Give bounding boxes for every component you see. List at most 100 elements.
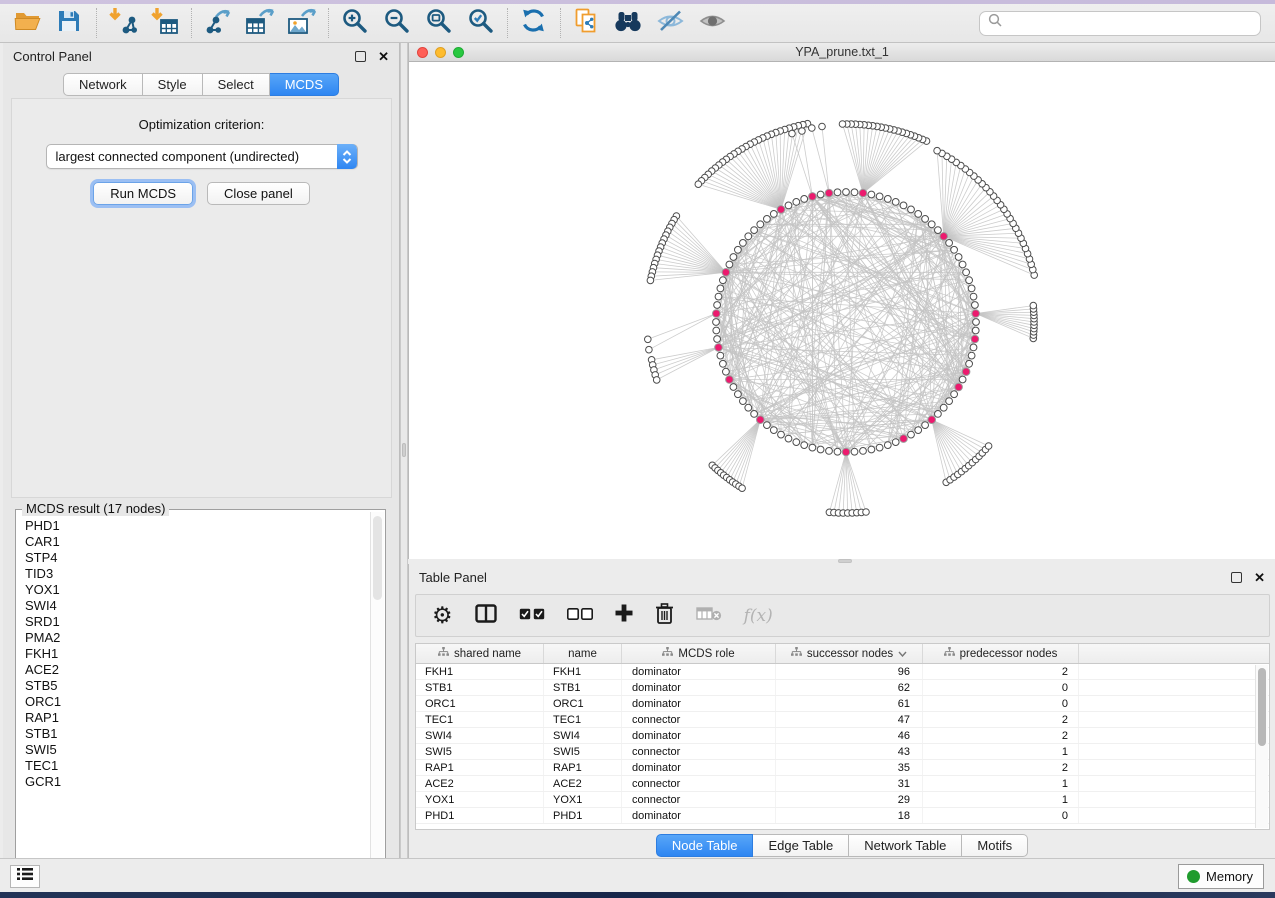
mcds-result-item[interactable]: SWI5	[25, 742, 370, 758]
column-header-predecessor-nodes[interactable]: predecessor nodes	[923, 644, 1079, 663]
tab-network-table[interactable]: Network Table	[849, 834, 962, 857]
tab-network[interactable]: Network	[63, 73, 143, 96]
show-all-button[interactable]	[695, 7, 729, 39]
app-window: Control Panel ✕ NetworkStyleSelectMCDS O…	[0, 0, 1275, 898]
table-row[interactable]: SWI5SWI5connector431	[416, 744, 1269, 760]
main-toolbar	[0, 4, 1275, 43]
table-row[interactable]: YOX1YOX1connector291	[416, 792, 1269, 808]
mcds-result-item[interactable]: PMA2	[25, 630, 370, 646]
table-row[interactable]: PHD1PHD1dominator180	[416, 808, 1269, 824]
network-graph[interactable]	[409, 62, 1274, 558]
table-row[interactable]: FKH1FKH1dominator962	[416, 664, 1269, 680]
mcds-result-item[interactable]: STB5	[25, 678, 370, 694]
function-builder-button[interactable]: f(x)	[744, 601, 773, 631]
column-header-shared-name[interactable]: shared name	[416, 644, 544, 663]
import-network-button[interactable]	[105, 7, 139, 39]
table-row[interactable]: STB1STB1dominator620	[416, 680, 1269, 696]
mcds-result-item[interactable]: PHD1	[25, 518, 370, 534]
deselect-all-columns-button[interactable]	[567, 601, 593, 631]
clone-network-button[interactable]	[569, 7, 603, 39]
close-table-panel-icon[interactable]: ✕	[1254, 571, 1265, 584]
select-all-columns-button[interactable]	[519, 601, 545, 631]
mcds-result-item[interactable]: TID3	[25, 566, 370, 582]
vertical-splitter-handle[interactable]	[402, 443, 406, 457]
mcds-result-item[interactable]: SRD1	[25, 614, 370, 630]
tab-mcds[interactable]: MCDS	[270, 73, 339, 96]
search-field[interactable]	[979, 11, 1261, 36]
zoom-fit-button[interactable]	[421, 7, 455, 39]
search-tools-button[interactable]	[611, 7, 645, 39]
tab-select[interactable]: Select	[203, 73, 270, 96]
optimization-criterion-select[interactable]: largest connected component (undirected)	[46, 144, 358, 169]
mcds-result-item[interactable]: STB1	[25, 726, 370, 742]
column-header-name[interactable]: name	[544, 644, 622, 663]
close-panel-icon[interactable]: ✕	[378, 50, 389, 63]
table-scrollbar-thumb[interactable]	[1258, 668, 1266, 746]
tab-node-table[interactable]: Node Table	[656, 834, 754, 857]
mcds-result-item[interactable]: RAP1	[25, 710, 370, 726]
tab-motifs[interactable]: Motifs	[962, 834, 1028, 857]
table-row[interactable]: TEC1TEC1connector472	[416, 712, 1269, 728]
task-list-icon	[16, 867, 34, 886]
memory-button[interactable]: Memory	[1178, 864, 1264, 889]
mcds-result-item[interactable]: STP4	[25, 550, 370, 566]
mcds-result-box: MCDS result (17 nodes) PHD1CAR1STP4TID3Y…	[15, 509, 386, 881]
table-scrollbar[interactable]	[1255, 665, 1268, 828]
eye-slash-icon	[656, 9, 685, 38]
table-row[interactable]: SWI4SWI4dominator462	[416, 728, 1269, 744]
run-mcds-button[interactable]: Run MCDS	[93, 182, 193, 205]
clone-network-icon	[573, 7, 600, 39]
mcds-result-item[interactable]: ORC1	[25, 694, 370, 710]
control-panel-titlebar: Control Panel ✕	[3, 43, 399, 69]
column-header-MCDS-role[interactable]: MCDS role	[622, 644, 776, 663]
network-canvas[interactable]	[409, 62, 1275, 558]
tab-edge-table[interactable]: Edge Table	[753, 834, 849, 857]
open-session-button[interactable]	[10, 7, 44, 39]
table-settings-button[interactable]: ⚙	[432, 601, 453, 631]
delete-table-button[interactable]	[696, 601, 722, 631]
table-row[interactable]: ACE2ACE2connector311	[416, 776, 1269, 792]
create-column-button[interactable]	[615, 601, 633, 631]
tab-style[interactable]: Style	[143, 73, 203, 96]
search-icon	[988, 13, 1003, 33]
horizontal-splitter-handle[interactable]	[838, 559, 852, 563]
task-history-button[interactable]	[10, 865, 40, 888]
save-session-button[interactable]	[52, 7, 86, 39]
export-network-button[interactable]	[200, 7, 234, 39]
toolbar-separator	[328, 8, 329, 38]
result-list-scrollbar[interactable]	[370, 512, 384, 879]
plus-icon	[615, 604, 633, 627]
mcds-result-item[interactable]: TEC1	[25, 758, 370, 774]
export-table-button[interactable]	[242, 7, 276, 39]
table-row[interactable]: RAP1RAP1dominator352	[416, 760, 1269, 776]
delete-column-button[interactable]	[655, 601, 674, 631]
float-table-panel-icon[interactable]	[1231, 572, 1242, 583]
desktop-edge-bottom	[0, 892, 1275, 898]
export-table-icon	[244, 7, 274, 40]
hide-selected-button[interactable]	[653, 7, 687, 39]
mcds-result-item[interactable]: SWI4	[25, 598, 370, 614]
refresh-button[interactable]	[516, 7, 550, 39]
search-input[interactable]	[1003, 16, 1252, 30]
vertical-splitter[interactable]	[400, 43, 408, 858]
zoom-in-button[interactable]	[337, 7, 371, 39]
close-panel-button[interactable]: Close panel	[207, 182, 310, 205]
mcds-result-item[interactable]: CAR1	[25, 534, 370, 550]
mcds-result-item[interactable]: YOX1	[25, 582, 370, 598]
mcds-result-item[interactable]: FKH1	[25, 646, 370, 662]
mcds-result-item[interactable]: ACE2	[25, 662, 370, 678]
table-row[interactable]: ORC1ORC1dominator610	[416, 696, 1269, 712]
show-column-panel-button[interactable]	[475, 601, 497, 631]
mcds-result-item[interactable]: GCR1	[25, 774, 370, 790]
float-panel-icon[interactable]	[355, 51, 366, 62]
column-type-icon	[791, 647, 802, 660]
toolbar-separator	[507, 8, 508, 38]
zoom-out-button[interactable]	[379, 7, 413, 39]
column-header-successor-nodes[interactable]: successor nodes	[776, 644, 923, 663]
zoom-selected-button[interactable]	[463, 7, 497, 39]
import-table-button[interactable]	[147, 7, 181, 39]
result-scrollbar-thumb[interactable]	[373, 516, 382, 600]
control-tabs: NetworkStyleSelectMCDS	[3, 73, 399, 96]
import-table-icon	[149, 7, 179, 40]
export-image-button[interactable]	[284, 7, 318, 39]
